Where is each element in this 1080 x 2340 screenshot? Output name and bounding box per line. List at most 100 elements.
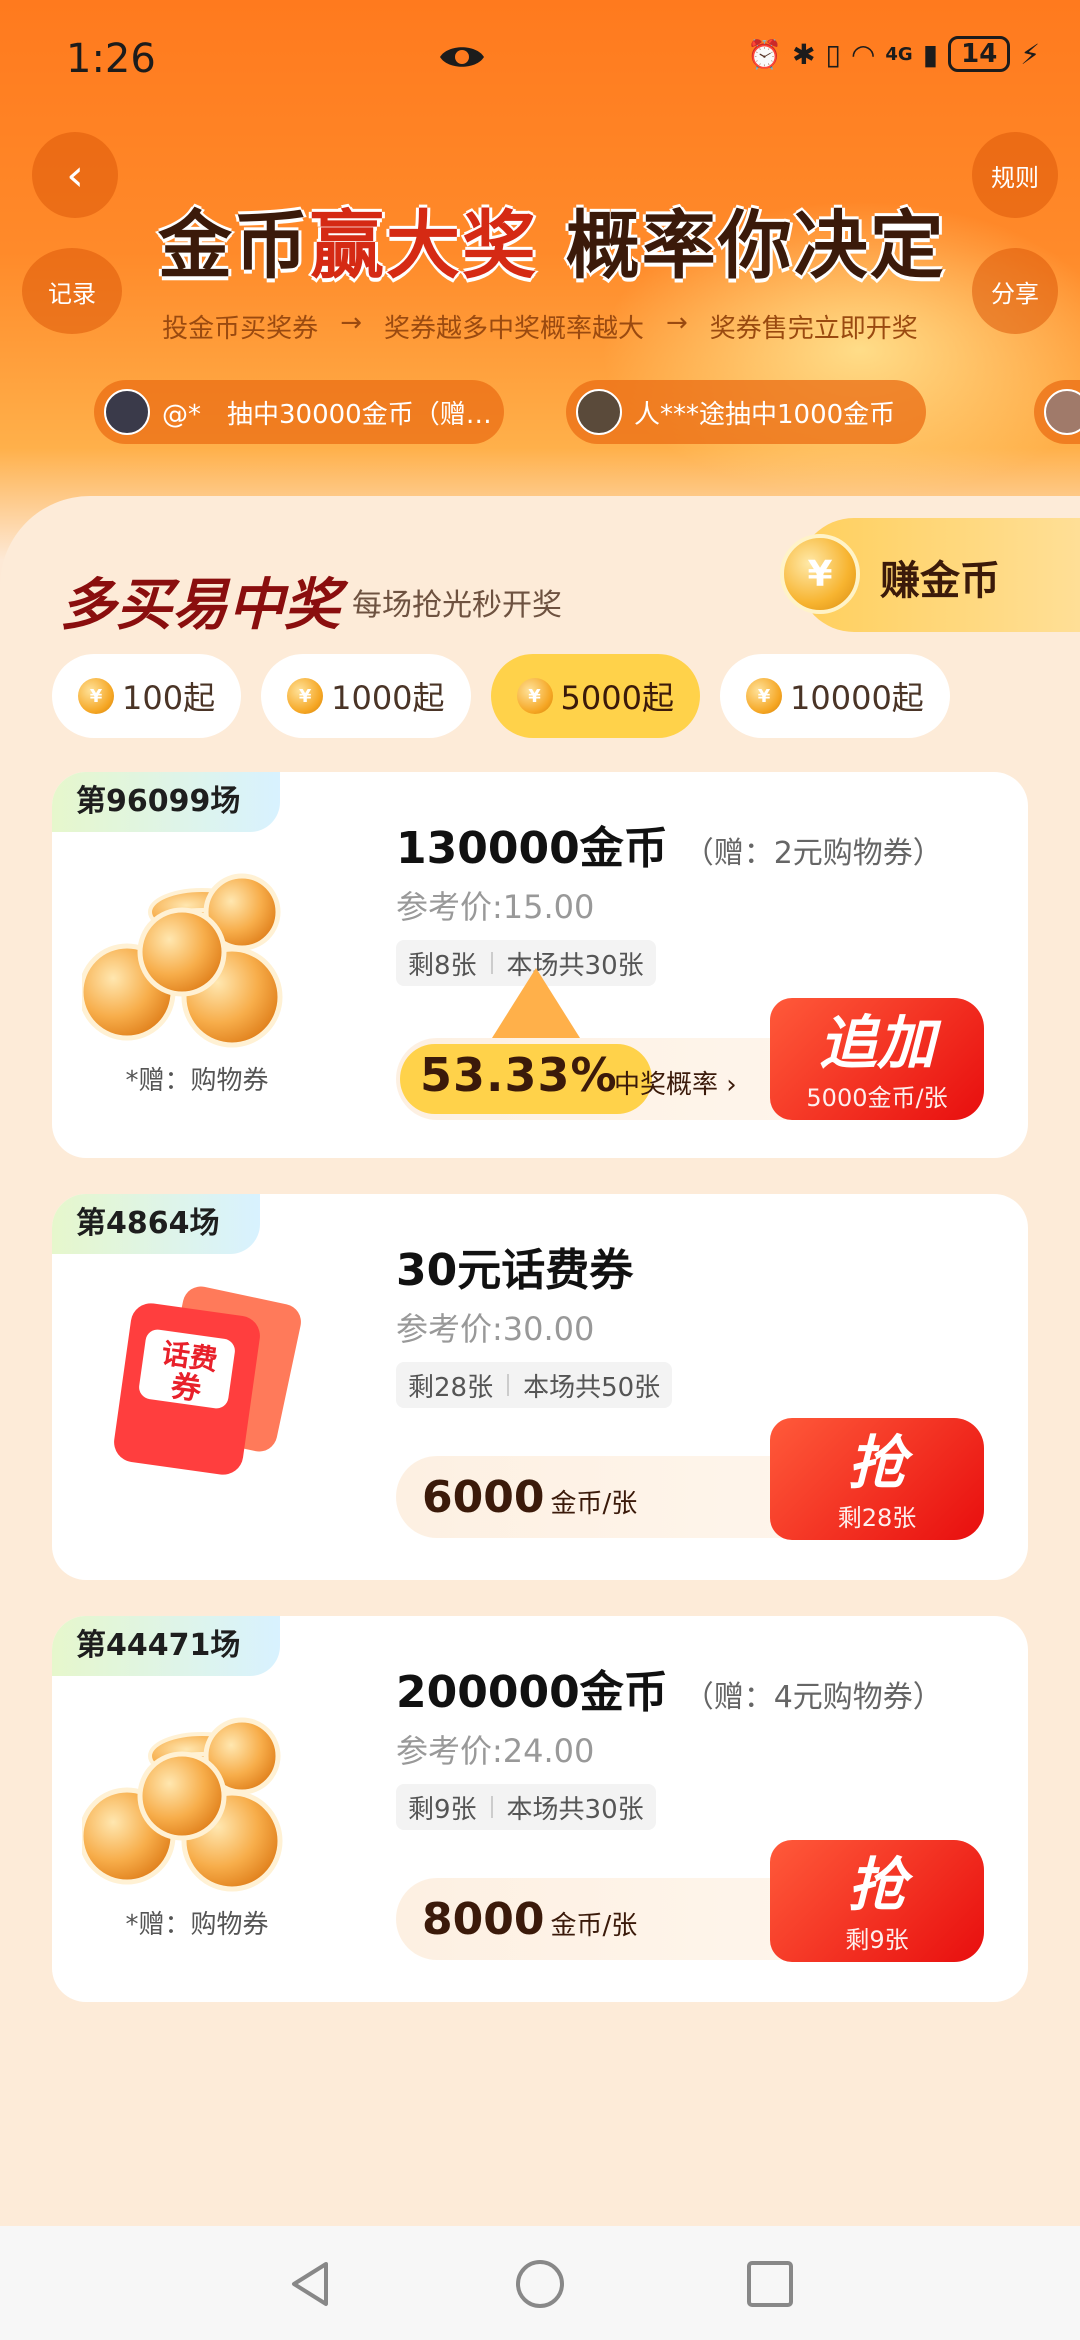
back-button[interactable]: ‹ <box>32 132 118 218</box>
grab-button[interactable]: 抢 剩28张 <box>770 1418 984 1540</box>
circle-home-icon[interactable] <box>512 2256 568 2312</box>
avatar <box>576 389 622 435</box>
prize-card[interactable]: 第4864场 话费 券 30元话费券 参考价:30.00 剩28张 本场共50张… <box>52 1194 1028 1580</box>
ticker-text: 人***途抽中1000金币 <box>634 399 896 430</box>
grab-button[interactable]: 抢 剩9张 <box>770 1840 984 1962</box>
step-2: 奖券越多中奖概率越大 <box>383 314 644 344</box>
winner-ticker-item: @* 抽中30000金币（赠… <box>94 380 504 444</box>
filter-label: 100起 <box>122 679 216 717</box>
coin-icon: ¥ <box>516 678 553 714</box>
price-value: 8000 <box>422 1894 545 1945</box>
round-tag: 第44471场 <box>52 1616 281 1676</box>
prize-name: 130000金币 <box>396 823 668 874</box>
arrow-right-icon: → <box>666 308 688 338</box>
add-more-button[interactable]: 追加 5000金币/张 <box>770 998 984 1120</box>
arrow-right-icon: → <box>340 308 362 338</box>
bluetooth-icon: ✱ <box>792 37 816 71</box>
eye-icon <box>440 47 484 67</box>
coin-price: 6000 金币/张 <box>422 1472 637 1523</box>
chevron-left-icon: ‹ <box>66 149 84 201</box>
prize-card[interactable]: 第44471场 *赠：购物券 200000金币 （赠：4元购物券） 参考价:24.… <box>52 1616 1028 2002</box>
cta-label: 抢 <box>847 1851 906 1919</box>
signal-icon: ▮ <box>922 37 939 71</box>
price-unit: 金币/张 <box>550 1911 638 1941</box>
battery-indicator: 14 <box>948 36 1011 72</box>
step-3: 奖券售完立即开奖 <box>709 314 918 344</box>
wifi-icon: ◠ <box>850 37 876 71</box>
headline-part-1: 金币 <box>158 203 310 289</box>
coin-icon: ¥ <box>780 534 860 614</box>
filter-label: 1000起 <box>331 679 445 717</box>
prize-name: 200000金币 <box>396 1667 668 1718</box>
section-title: 多买易中奖 <box>60 573 340 638</box>
price-value: 6000 <box>422 1472 545 1523</box>
probability-label: 中奖概率 › <box>614 1070 737 1100</box>
triangle-back-icon[interactable] <box>282 2256 338 2312</box>
avatar <box>1044 389 1080 435</box>
prize-card[interactable]: 第96099场 *赠：购物券 130000金币 （赠：2元购物券） 参考价:15.… <box>52 772 1028 1158</box>
cta-label: 追加 <box>818 1009 935 1077</box>
total-count: 本场共50张 <box>523 1372 661 1403</box>
cta-label: 抢 <box>847 1429 906 1497</box>
square-recents-icon[interactable] <box>742 2256 798 2312</box>
divider <box>490 1796 493 1818</box>
phone-voucher-icon: 话费 券 <box>114 1286 301 1475</box>
win-probability: 53.33% <box>420 1048 618 1102</box>
filter-label: 5000起 <box>560 679 674 717</box>
reference-price: 参考价:15.00 <box>396 888 595 926</box>
stock-info: 剩9张 本场共30张 <box>396 1784 656 1830</box>
gift-note: （赠：4元购物券） <box>683 1680 943 1715</box>
filter-10000[interactable]: ¥ 10000起 <box>720 654 950 738</box>
stock-info: 剩28张 本场共50张 <box>396 1362 673 1408</box>
coin-icon: ¥ <box>287 678 324 714</box>
prize-name: 30元话费券 <box>396 1245 634 1296</box>
remaining-count: 剩28张 <box>408 1372 494 1403</box>
section-subtitle: 每场抢光秒开奖 <box>352 588 562 623</box>
alarm-icon: ⏰ <box>747 37 783 71</box>
avatar <box>104 389 150 435</box>
image-note: *赠：购物券 <box>125 1910 269 1940</box>
coin-icon: ¥ <box>78 678 114 714</box>
ticker-text: @* 抽中30000金币（赠… <box>162 399 492 430</box>
round-tag: 第4864场 <box>52 1194 260 1254</box>
price-filter-tabs: ¥ 100起 ¥ 1000起 ¥ 5000起 ¥ 10000起 <box>52 654 950 738</box>
remaining-count: 剩9张 <box>408 1794 477 1825</box>
headline-part-2: 赢大奖 <box>310 203 538 289</box>
coin-price: 8000 金币/张 <box>422 1894 637 1945</box>
winner-ticker-item: 人***途抽中1000金币 <box>566 380 926 444</box>
arrow-up-icon <box>492 968 580 1038</box>
prize-title: 200000金币 （赠：4元购物券） <box>396 1656 943 1720</box>
coin-icon: ¥ <box>746 678 782 714</box>
round-tag: 第96099场 <box>52 772 281 832</box>
cta-sublabel: 剩28张 <box>837 1504 917 1532</box>
rules-button[interactable]: 规则 <box>972 132 1058 218</box>
cta-sublabel: 剩9张 <box>845 1926 909 1954</box>
filter-1000[interactable]: ¥ 1000起 <box>261 654 471 738</box>
price-unit: 金币/张 <box>550 1489 638 1519</box>
coin-stack-icon <box>82 1717 283 1892</box>
reference-price: 参考价:24.00 <box>396 1732 595 1770</box>
earn-coins-label[interactable]: 赚金币 <box>880 548 1000 606</box>
total-count: 本场共30张 <box>506 1794 644 1825</box>
network-label: 4G <box>885 43 913 65</box>
headline-part-3: 概率你决定 <box>565 203 946 289</box>
status-time: 1:26 <box>66 36 156 82</box>
filter-100[interactable]: ¥ 100起 <box>52 654 242 738</box>
filter-5000[interactable]: ¥ 5000起 <box>490 654 700 738</box>
filter-label: 10000起 <box>790 679 924 717</box>
reference-price: 参考价:30.00 <box>396 1310 595 1348</box>
image-note: *赠：购物券 <box>125 1066 269 1096</box>
prize-title: 30元话费券 <box>396 1234 633 1298</box>
status-icons: ⏰ ✱ ▯ ◠ 4G ▮ 14 ⚡ <box>747 36 1040 72</box>
gift-note: （赠：2元购物券） <box>683 836 943 871</box>
vibrate-icon: ▯ <box>825 37 841 71</box>
page-headline: 金币赢大奖 概率你决定 <box>158 186 946 293</box>
charging-icon: ⚡ <box>1020 37 1040 71</box>
system-nav-bar <box>0 2226 1080 2340</box>
cta-sublabel: 5000金币/张 <box>806 1084 948 1112</box>
coin-stack-icon <box>82 873 283 1048</box>
prize-title: 130000金币 （赠：2元购物券） <box>396 812 943 876</box>
step-1: 投金币买奖券 <box>162 314 319 344</box>
remaining-count: 剩8张 <box>408 950 477 981</box>
how-it-works-steps: 投金币买奖券 → 奖券越多中奖概率越大 → 奖券售完立即开奖 <box>0 308 1080 345</box>
